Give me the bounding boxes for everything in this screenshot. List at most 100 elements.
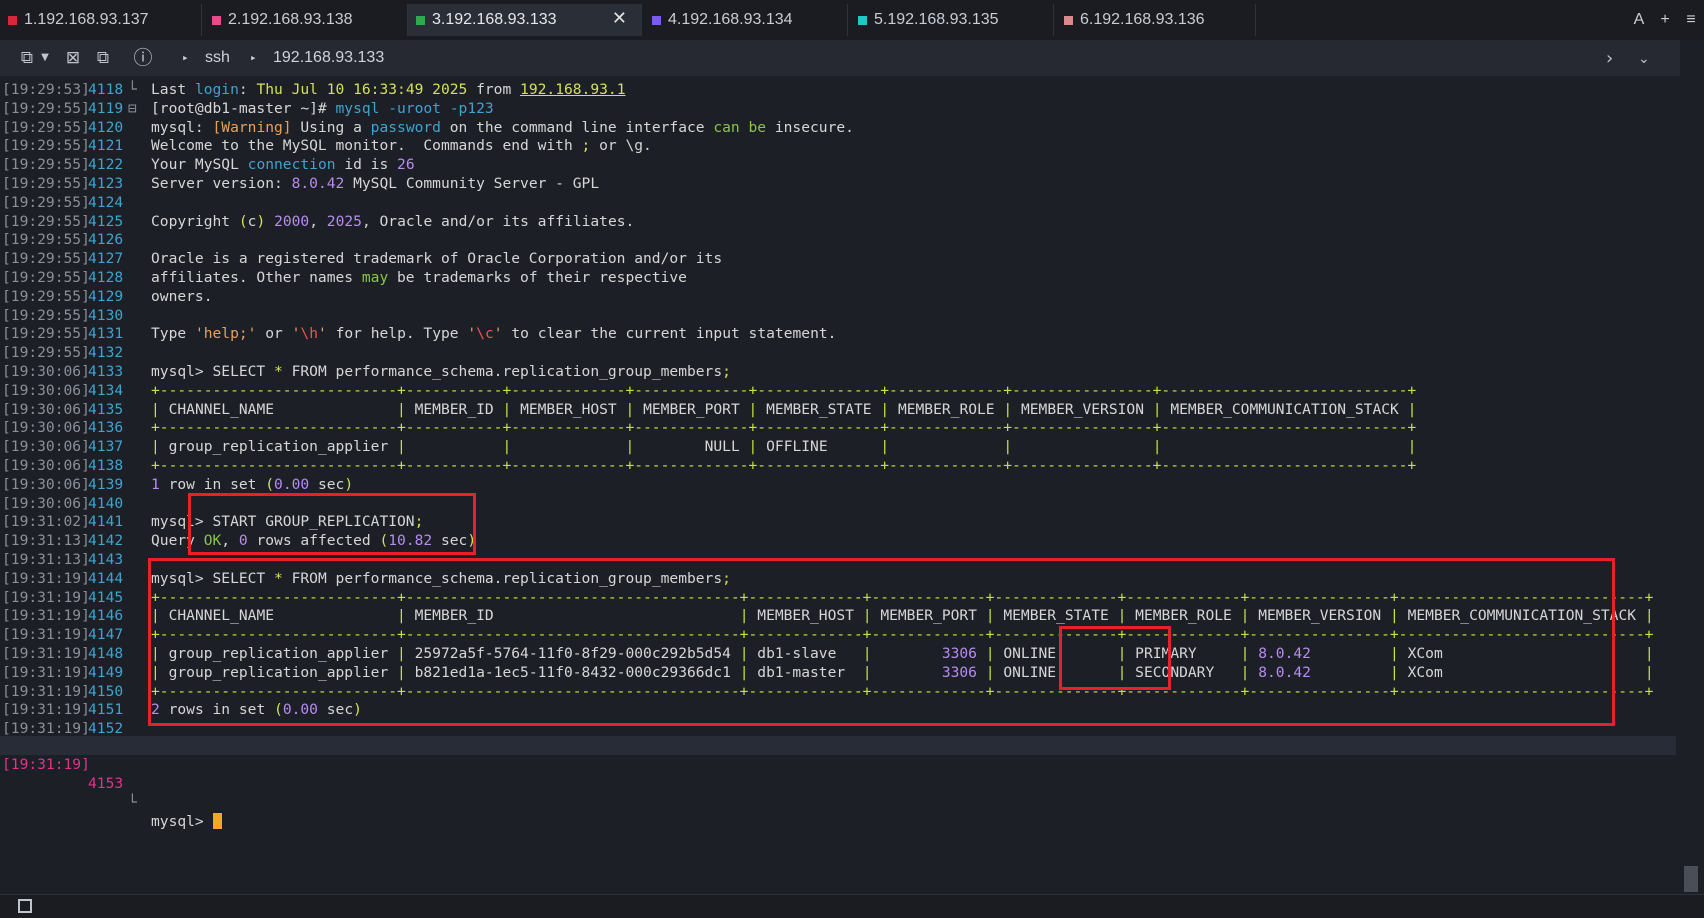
- tab-label: 3.192.168.93.133: [432, 11, 557, 28]
- info-icon[interactable]: ⓘ: [132, 48, 154, 68]
- scrollbar-thumb[interactable]: [1684, 866, 1698, 892]
- breadcrumb-arrow-icon: ▸: [250, 51, 257, 64]
- line-number: 4148: [88, 645, 124, 662]
- line-text: owners.: [151, 287, 213, 305]
- tab-1[interactable]: 1.192.168.93.137: [0, 4, 202, 36]
- line-number: 4151: [88, 701, 124, 719]
- timestamp: [19:30:06]: [2, 419, 90, 437]
- tab-3[interactable]: 3.192.168.93.133 ✕: [408, 4, 642, 36]
- line-text: [root@db1-master ~]# mysql -uroot -p123: [151, 99, 494, 117]
- line-number: 4127: [88, 250, 124, 268]
- line-number: 4146: [88, 607, 124, 625]
- line-text: Server version: 8.0.42 MySQL Community S…: [151, 175, 600, 192]
- timestamp: [19:29:55]: [2, 212, 90, 230]
- tab-4[interactable]: 4.192.168.93.134: [644, 4, 848, 36]
- timestamp: [19:30:06]: [2, 457, 90, 474]
- line-number: 4145: [88, 588, 124, 606]
- host-label[interactable]: 192.168.93.133: [273, 49, 384, 67]
- menu-button[interactable]: ≡: [1678, 11, 1704, 29]
- line-text: 1 row in set (0.00 sec): [151, 475, 354, 493]
- tab-2[interactable]: 2.192.168.93.138: [204, 4, 408, 36]
- terminal-output[interactable]: [19:29:53] 4118 └ Last login: Thu Jul 10 16…: [0, 80, 1680, 890]
- timestamp: [19:31:19]: [2, 569, 90, 587]
- timestamp: [19:29:55]: [2, 99, 90, 117]
- line-text: mysql: [Warning] Using a password on the…: [151, 118, 854, 136]
- line-number: 4125: [88, 212, 124, 230]
- line-number: 4143: [88, 551, 124, 568]
- tab-label: 2.192.168.93.138: [228, 11, 353, 28]
- terminal-prompt-line[interactable]: [19:31:19] 4153 └ mysql>: [0, 736, 1676, 830]
- tab-label: 5.192.168.93.135: [874, 11, 999, 28]
- line-number: 4139: [88, 475, 124, 493]
- timestamp: [19:31:19]: [2, 645, 90, 662]
- timestamp: [19:31:19]: [2, 701, 90, 719]
- highlight-members-query: [148, 558, 1615, 726]
- session-toolbar: ⧉ ▼ ⊠ ⧉ ⓘ ▸ ssh ▸ 192.168.93.133 › ⌄: [0, 40, 1704, 76]
- timestamp: [19:31:19]: [2, 607, 90, 625]
- timestamp: [19:30:06]: [2, 475, 90, 493]
- timestamp: [19:29:55]: [2, 306, 90, 324]
- timestamp: [19:29:55]: [2, 269, 90, 286]
- gutter-marker: └: [128, 81, 137, 98]
- line-number: 4141: [88, 513, 124, 531]
- tab-label: 6.192.168.93.136: [1080, 11, 1205, 28]
- close-session-icon[interactable]: ⊠: [62, 48, 84, 68]
- line-number: 4150: [88, 682, 124, 700]
- tab-bar: 1.192.168.93.137 2.192.168.93.138 3.192.16…: [0, 0, 1704, 40]
- tab-color-icon: [1064, 15, 1073, 25]
- line-number: 4120: [88, 118, 124, 136]
- vertical-scrollbar[interactable]: [1680, 40, 1704, 890]
- new-session-icon[interactable]: ⧉: [16, 48, 38, 68]
- tab-6[interactable]: 6.192.168.93.136: [1056, 4, 1256, 36]
- timestamp: [19:31:02]: [2, 513, 90, 531]
- timestamp: [19:29:55]: [2, 287, 90, 305]
- line-number: 4144: [88, 569, 124, 587]
- timestamp: [19:30:06]: [2, 438, 90, 456]
- timestamp: [19:29:55]: [2, 231, 90, 249]
- timestamp: [19:30:06]: [2, 363, 90, 380]
- timestamp: [19:29:55]: [2, 137, 90, 155]
- gutter-marker: └: [128, 794, 137, 811]
- timestamp: [19:29:55]: [2, 344, 90, 362]
- line-text: Copyright (c) 2000, 2025, Oracle and/or …: [151, 212, 635, 230]
- chevron-right-icon[interactable]: ›: [1606, 48, 1613, 69]
- line-number: 4135: [88, 400, 124, 418]
- timestamp: [19:31:19]: [2, 756, 90, 773]
- close-tab-icon[interactable]: ✕: [612, 8, 627, 29]
- line-number: 4121: [88, 137, 124, 155]
- chevron-down-icon[interactable]: ▼: [38, 48, 52, 68]
- duplicate-session-icon[interactable]: ⧉: [92, 48, 114, 68]
- collapse-icon[interactable]: ⊟: [128, 99, 137, 118]
- tab-label: 4.192.168.93.134: [668, 11, 793, 28]
- timestamp: [19:30:06]: [2, 400, 90, 418]
- timestamp: [19:29:55]: [2, 118, 90, 136]
- line-number: 4128: [88, 269, 124, 286]
- line-text: +---------------------------+-----------…: [151, 457, 1417, 474]
- line-text: | group_replication_applier | | | NULL |…: [151, 438, 1417, 456]
- font-size-button[interactable]: A: [1626, 11, 1652, 29]
- prompt-text: mysql>: [151, 812, 222, 831]
- chevron-down-icon[interactable]: ⌄: [1638, 51, 1650, 67]
- line-number: 4134: [88, 381, 124, 399]
- timestamp: [19:29:55]: [2, 325, 90, 343]
- line-number: 4119: [88, 99, 124, 117]
- tab-actions: A + ≡: [1626, 4, 1704, 36]
- line-number: 4126: [88, 231, 124, 249]
- new-tab-button[interactable]: +: [1652, 11, 1678, 29]
- timestamp: [19:30:06]: [2, 494, 90, 512]
- line-number: 4123: [88, 175, 124, 192]
- line-number: 4132: [88, 344, 124, 362]
- timestamp: [19:29:55]: [2, 250, 90, 268]
- line-number: 4147: [88, 626, 124, 644]
- line-number: 4129: [88, 287, 124, 305]
- panel-icon[interactable]: [18, 899, 32, 913]
- protocol-label[interactable]: ssh: [205, 49, 230, 67]
- tab-color-icon: [212, 15, 221, 25]
- line-number: 4138: [88, 457, 124, 474]
- line-number: 4153: [88, 775, 124, 792]
- timestamp: [19:29:53]: [2, 81, 90, 98]
- tab-5[interactable]: 5.192.168.93.135: [850, 4, 1054, 36]
- line-number: 4137: [88, 438, 124, 456]
- timestamp: [19:29:55]: [2, 193, 90, 211]
- status-bar: [0, 894, 1704, 918]
